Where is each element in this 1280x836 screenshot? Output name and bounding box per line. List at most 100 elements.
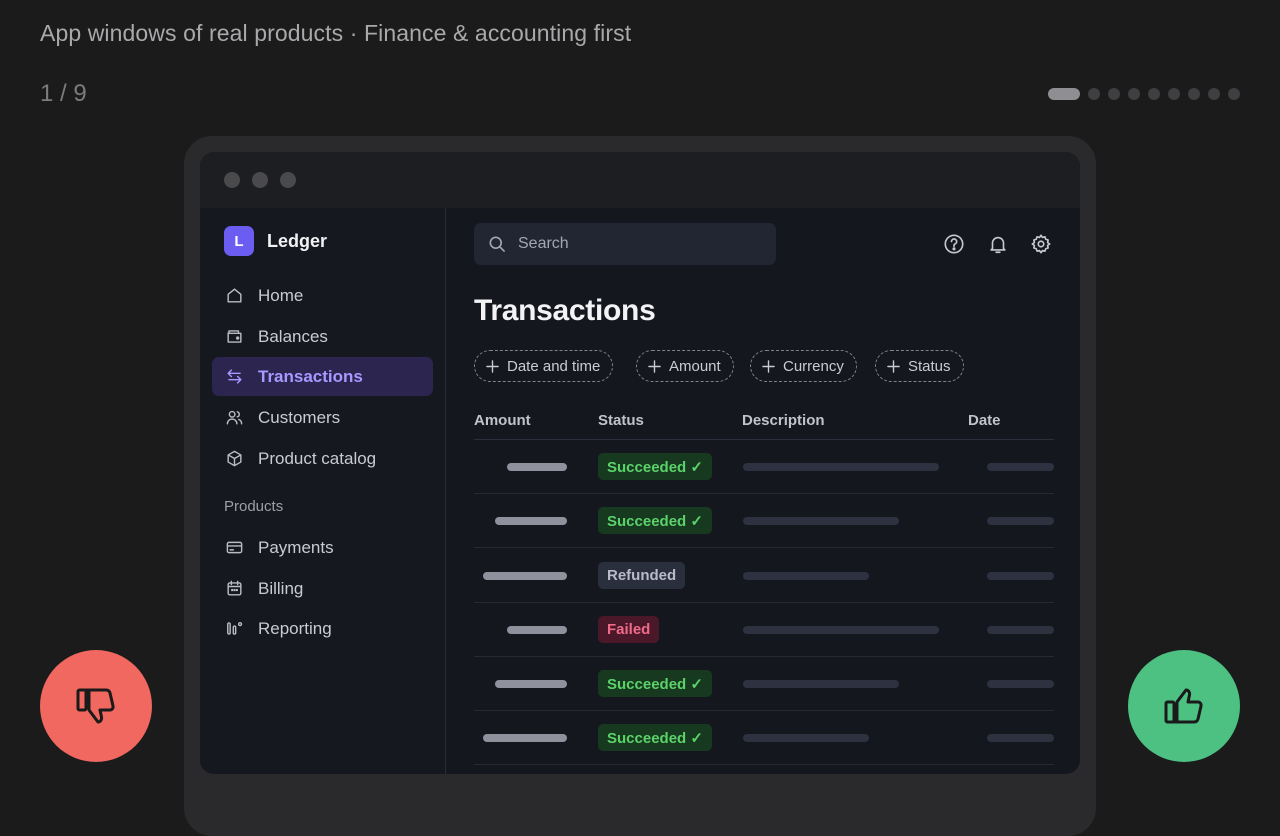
sidebar-item-transactions[interactable]: Transactions [212,357,433,396]
description-placeholder [743,572,869,580]
reporting-icon [227,622,243,635]
window-close-button[interactable] [224,172,240,188]
pagination-dot[interactable] [1088,88,1100,100]
pagination-dot[interactable] [1128,88,1140,100]
status-badge: Failed [598,616,660,643]
bell-icon[interactable] [987,233,1009,255]
status-badge: Succeeded ✓ [598,453,712,480]
window-minimize-button[interactable] [252,172,268,188]
sidebar-item-label: Reporting [258,618,332,638]
date-placeholder [987,680,1054,688]
sidebar-item-payments[interactable]: Payments [212,528,433,567]
help-icon[interactable] [943,233,965,255]
thumbs-down-icon [76,688,115,724]
calendar-icon [227,580,242,596]
amount-placeholder [507,463,567,471]
plus-icon [648,359,661,373]
column-header-date[interactable]: Date [968,412,1001,429]
plus-icon [762,359,775,373]
date-placeholder [987,463,1054,471]
filter-amount[interactable]: Amount [636,350,734,382]
pagination-dot-active[interactable] [1048,88,1080,100]
description-placeholder [743,680,899,688]
sidebar-item-label: Payments [258,537,334,557]
amount-placeholder [483,572,567,580]
like-button[interactable] [1128,650,1240,762]
dislike-button[interactable] [40,650,152,762]
app-window: L Ledger Home Balances Transactions Cust… [200,152,1080,774]
brand-name: Ledger [267,230,328,251]
table-row[interactable]: Refunded [474,549,1054,603]
brand-logo: L [224,226,254,256]
pagination-dot[interactable] [1168,88,1180,100]
search-input[interactable]: Search [474,223,776,265]
box-icon [227,450,242,467]
page-heading: App windows of real products · Finance &… [40,20,632,46]
date-placeholder [987,734,1054,742]
table-row[interactable]: Succeeded ✓ [474,657,1054,711]
brand[interactable]: L Ledger [224,226,327,256]
table-row[interactable]: Succeeded ✓ [474,494,1054,548]
column-header-description[interactable]: Description [742,412,825,429]
description-placeholder [743,463,939,471]
sidebar-item-label: Customers [258,407,341,427]
table-row[interactable]: Failed [474,603,1054,657]
pagination-dots [1048,88,1240,100]
credit-card-icon [226,541,243,554]
amount-placeholder [495,680,567,688]
status-badge: Succeeded ✓ [598,724,712,751]
sidebar-item-balances[interactable]: Balances [212,317,433,356]
column-header-amount[interactable]: Amount [474,412,531,429]
plus-icon [887,359,900,373]
filter-label: Amount [669,357,721,375]
filter-label: Currency [783,357,844,375]
search-placeholder: Search [518,235,569,252]
sidebar-item-label: Transactions [258,366,363,386]
status-badge: Succeeded ✓ [598,670,712,697]
sidebar-item-customers[interactable]: Customers [212,398,433,437]
transfer-arrows-icon [227,369,242,384]
date-placeholder [987,572,1054,580]
filter-status[interactable]: Status [875,350,964,382]
pagination-dot[interactable] [1208,88,1220,100]
sidebar-item-label: Billing [258,578,304,598]
window-maximize-button[interactable] [280,172,296,188]
wallet-icon [227,330,242,343]
sidebar-item-reporting[interactable]: Reporting [212,609,433,648]
sidebar-item-label: Home [258,285,304,305]
users-icon [226,410,243,425]
page-title: Transactions [474,294,656,327]
filter-currency[interactable]: Currency [750,350,857,382]
status-badge: Refunded [598,562,686,589]
main-content: Search Transactions Date and time Amount… [447,208,1080,774]
description-placeholder [743,517,899,525]
slide-counter: 1 / 9 [40,80,87,107]
gear-icon[interactable] [1030,233,1052,255]
sidebar: L Ledger Home Balances Transactions Cust… [200,208,446,774]
sidebar-item-home[interactable]: Home [212,276,433,315]
amount-placeholder [507,626,567,634]
date-placeholder [987,517,1054,525]
date-placeholder [987,626,1054,634]
pagination-dot[interactable] [1148,88,1160,100]
amount-placeholder [483,734,567,742]
products-section-label: Products [224,498,284,515]
pagination-dot[interactable] [1188,88,1200,100]
filter-label: Date and time [507,357,601,375]
table-row[interactable]: Succeeded ✓ [474,440,1054,494]
sidebar-item-label: Product catalog [258,448,377,468]
search-icon [489,236,505,252]
sidebar-item-billing[interactable]: Billing [212,569,433,608]
description-placeholder [743,734,869,742]
sidebar-item-product-catalog[interactable]: Product catalog [212,439,433,478]
column-header-status[interactable]: Status [598,412,644,429]
thumbs-up-icon [1164,688,1203,724]
status-badge: Succeeded ✓ [598,507,712,534]
filter-date-and-time[interactable]: Date and time [474,350,614,382]
table-row[interactable]: Succeeded ✓ [474,711,1054,765]
plus-icon [486,359,499,373]
pagination-dot[interactable] [1228,88,1240,100]
pagination-dot[interactable] [1108,88,1120,100]
home-icon [227,288,242,303]
amount-placeholder [495,517,567,525]
